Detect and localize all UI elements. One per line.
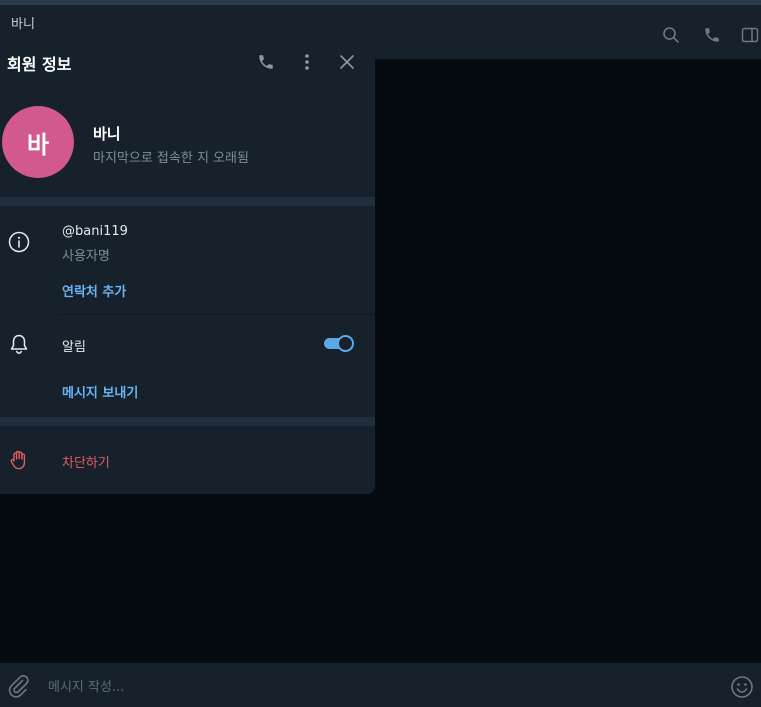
message-composer bbox=[0, 663, 761, 707]
phone-icon[interactable] bbox=[254, 50, 278, 74]
hand-block-icon bbox=[7, 448, 31, 472]
chat-title: 바니 bbox=[11, 17, 35, 32]
bell-icon bbox=[7, 332, 31, 356]
send-message-button[interactable]: 메시지 보내기 bbox=[62, 382, 138, 401]
paperclip-icon[interactable] bbox=[6, 674, 30, 698]
row-divider bbox=[60, 314, 375, 315]
emoji-icon[interactable] bbox=[729, 674, 755, 700]
section-separator bbox=[0, 197, 375, 206]
app-window: 바니 회원 정보 바 바 bbox=[0, 0, 761, 707]
avatar-initial: 바 bbox=[26, 130, 50, 159]
avatar[interactable]: 바 bbox=[2, 106, 74, 178]
close-icon[interactable] bbox=[335, 50, 359, 74]
username-value[interactable]: @bani119 bbox=[62, 224, 128, 239]
toggle-knob bbox=[337, 335, 354, 352]
search-icon[interactable] bbox=[659, 23, 683, 47]
username-label: 사용자명 bbox=[62, 249, 110, 264]
user-info-panel: 회원 정보 바 바니 마지막으로 접속한 지 오래됨 @bani119 사용자명… bbox=[0, 34, 375, 494]
more-vertical-icon[interactable] bbox=[295, 50, 319, 74]
message-input[interactable] bbox=[46, 675, 690, 699]
notifications-toggle[interactable] bbox=[324, 335, 354, 352]
add-contact-button[interactable]: 연락처 추가 bbox=[62, 281, 126, 300]
section-separator bbox=[0, 417, 375, 426]
user-name: 바니 bbox=[93, 125, 121, 143]
block-user-button[interactable]: 차단하기 bbox=[62, 452, 110, 471]
notifications-label: 알림 bbox=[62, 340, 86, 355]
phone-icon[interactable] bbox=[700, 23, 724, 47]
sidebar-toggle-icon[interactable] bbox=[738, 23, 761, 47]
info-icon bbox=[7, 230, 31, 254]
last-seen-status: 마지막으로 접속한 지 오래됨 bbox=[93, 151, 249, 166]
panel-title: 회원 정보 bbox=[7, 55, 72, 74]
